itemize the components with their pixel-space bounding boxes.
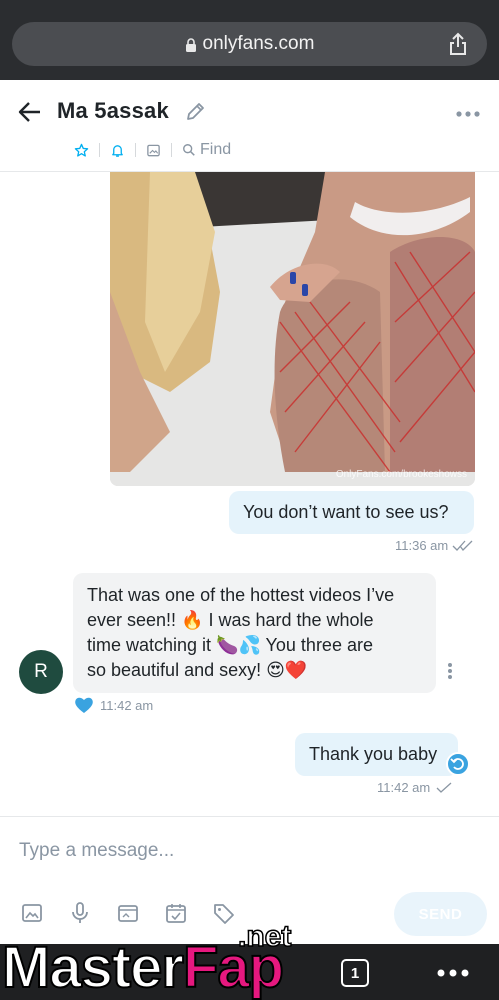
star-icon: [74, 143, 89, 157]
media-watermark: OnlyFans.com/brookeshowss: [335, 469, 467, 480]
message-time: 11:42 am: [74, 696, 153, 714]
back-arrow-icon[interactable]: [16, 98, 44, 126]
message-time: 11:42 am: [377, 780, 454, 795]
message-text: Thank you baby: [309, 744, 438, 764]
send-button[interactable]: SEND: [394, 892, 487, 936]
undo-button[interactable]: [446, 752, 470, 776]
read-checkmarks-icon: [452, 540, 473, 551]
favorite-button[interactable]: [64, 139, 99, 161]
heart-icon[interactable]: [74, 696, 94, 714]
message-line: ever seen!! 🔥 I was hard the whole: [87, 610, 374, 630]
outgoing-message[interactable]: Thank you baby: [295, 733, 458, 776]
find-button[interactable]: Find: [172, 139, 241, 161]
image-icon[interactable]: [20, 901, 44, 925]
time-label: 11:42 am: [100, 697, 154, 713]
message-text: You don’t want to see us?: [243, 502, 449, 522]
undo-icon: [450, 758, 464, 770]
media-button[interactable]: [136, 139, 171, 161]
bell-icon: [112, 144, 123, 157]
chat-tools: Find: [64, 139, 241, 161]
price-tag-icon[interactable]: [212, 901, 236, 925]
outgoing-message[interactable]: You don’t want to see us?: [229, 491, 474, 534]
image-icon: [147, 144, 160, 156]
screen: { "browser": { "url": "onlyfans.com" }, …: [0, 0, 499, 1000]
avatar-letter: R: [34, 661, 48, 682]
message-line: so beautiful and sexy! 😍❤️: [87, 660, 308, 680]
browser-bottom-bar: 1: [0, 944, 499, 1000]
browser-menu-icon[interactable]: [437, 969, 469, 977]
composer-tools: [20, 901, 260, 925]
time-label: 11:36 am: [395, 538, 449, 553]
pencil-icon[interactable]: [184, 101, 206, 123]
notifications-button[interactable]: [100, 139, 135, 161]
media-message[interactable]: OnlyFans.com/brookeshowss: [110, 172, 475, 486]
message-options-icon[interactable]: [447, 662, 453, 680]
message-time: 11:36 am: [395, 538, 474, 553]
chat-header: Ma 5assak Find: [0, 80, 499, 172]
message-line: That was one of the hottest videos I’ve: [87, 585, 395, 605]
sent-checkmark-icon: [436, 782, 452, 793]
time-label: 11:42 am: [377, 780, 431, 795]
calendar-icon[interactable]: [164, 901, 188, 925]
url-text: onlyfans.com: [202, 33, 315, 54]
search-icon: [183, 144, 195, 156]
microphone-icon[interactable]: [68, 901, 92, 925]
address-bar[interactable]: onlyfans.com: [12, 22, 487, 66]
lock-icon: [185, 38, 196, 52]
more-options-icon[interactable]: [455, 110, 481, 118]
share-icon[interactable]: [447, 32, 469, 56]
message-line: time watching it 🍆💦 You three are: [87, 635, 373, 655]
tab-switcher-button[interactable]: 1: [341, 959, 369, 987]
media-thumbnail: [110, 172, 475, 486]
chat-title: Ma 5assak: [57, 98, 169, 123]
browser-toolbar: onlyfans.com: [0, 0, 499, 80]
incoming-message[interactable]: That was one of the hottest videos I’ve …: [73, 573, 436, 693]
message-composer: SEND: [0, 816, 499, 946]
avatar[interactable]: R: [19, 650, 63, 694]
find-label: Find: [200, 141, 232, 158]
tab-count-label: 1: [350, 964, 360, 982]
message-input[interactable]: [19, 837, 419, 865]
vault-icon[interactable]: [116, 901, 140, 925]
